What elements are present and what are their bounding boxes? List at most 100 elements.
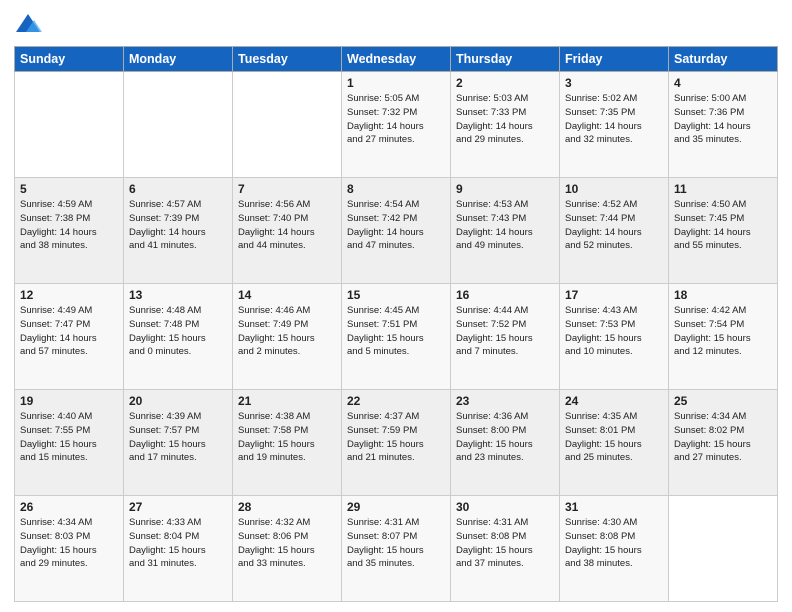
day-cell: 8Sunrise: 4:54 AMSunset: 7:42 PMDaylight… (342, 178, 451, 284)
day-number: 17 (565, 288, 663, 302)
day-cell (124, 72, 233, 178)
day-cell (669, 496, 778, 602)
day-number: 28 (238, 500, 336, 514)
day-number: 13 (129, 288, 227, 302)
weekday-header-sunday: Sunday (15, 47, 124, 72)
header (14, 10, 778, 38)
day-cell: 7 Sunrise: 4:56 AMSunset: 7:40 PMDaylight… (233, 178, 342, 284)
day-cell: 17 Sunrise: 4:43 AMSunset: 7:53 PMDayligh… (560, 284, 669, 390)
day-cell: 24 Sunrise: 4:35 AMSunset: 8:01 PMDayligh… (560, 390, 669, 496)
day-number: 19 (20, 394, 118, 408)
day-info: Sunrise: 4:38 AMSunset: 7:58 PMDaylight:… (238, 410, 336, 465)
day-info: Sunrise: 4:53 AMSunset: 7:43 PMDaylight:… (456, 198, 554, 253)
week-row-2: 5 Sunrise: 4:59 AMSunset: 7:38 PMDaylight… (15, 178, 778, 284)
day-cell: 20 Sunrise: 4:39 AMSunset: 7:57 PMDayligh… (124, 390, 233, 496)
day-cell: 19Sunrise: 4:40 AMSunset: 7:55 PMDayligh… (15, 390, 124, 496)
day-info: Sunrise: 4:49 AMSunset: 7:47 PMDaylight:… (20, 304, 118, 359)
day-cell: 28 Sunrise: 4:32 AMSunset: 8:06 PMDayligh… (233, 496, 342, 602)
day-cell: 30Sunrise: 4:31 AMSunset: 8:08 PMDayligh… (451, 496, 560, 602)
day-cell: 26 Sunrise: 4:34 AMSunset: 8:03 PMDayligh… (15, 496, 124, 602)
day-cell: 9 Sunrise: 4:53 AMSunset: 7:43 PMDaylight… (451, 178, 560, 284)
day-cell: 2Sunrise: 5:03 AMSunset: 7:33 PMDaylight… (451, 72, 560, 178)
day-info: Sunrise: 4:56 AMSunset: 7:40 PMDaylight:… (238, 198, 336, 253)
day-number: 27 (129, 500, 227, 514)
day-info: Sunrise: 5:00 AMSunset: 7:36 PMDaylight:… (674, 92, 772, 147)
weekday-header-thursday: Thursday (451, 47, 560, 72)
day-info: Sunrise: 4:34 AMSunset: 8:03 PMDaylight:… (20, 516, 118, 571)
day-cell: 15 Sunrise: 4:45 AMSunset: 7:51 PMDayligh… (342, 284, 451, 390)
day-cell: 11 Sunrise: 4:50 AMSunset: 7:45 PMDayligh… (669, 178, 778, 284)
day-info: Sunrise: 4:37 AMSunset: 7:59 PMDaylight:… (347, 410, 445, 465)
day-cell: 10 Sunrise: 4:52 AMSunset: 7:44 PMDayligh… (560, 178, 669, 284)
day-number: 29 (347, 500, 445, 514)
day-number: 2 (456, 76, 554, 90)
day-info: Sunrise: 4:42 AMSunset: 7:54 PMDaylight:… (674, 304, 772, 359)
day-number: 21 (238, 394, 336, 408)
day-cell: 14 Sunrise: 4:46 AMSunset: 7:49 PMDayligh… (233, 284, 342, 390)
day-number: 18 (674, 288, 772, 302)
day-number: 15 (347, 288, 445, 302)
day-number: 11 (674, 182, 772, 196)
day-number: 1 (347, 76, 445, 90)
day-cell: 25Sunrise: 4:34 AMSunset: 8:02 PMDayligh… (669, 390, 778, 496)
day-number: 4 (674, 76, 772, 90)
weekday-header-tuesday: Tuesday (233, 47, 342, 72)
weekday-header-saturday: Saturday (669, 47, 778, 72)
day-cell: 4 Sunrise: 5:00 AMSunset: 7:36 PMDaylight… (669, 72, 778, 178)
day-cell: 5 Sunrise: 4:59 AMSunset: 7:38 PMDaylight… (15, 178, 124, 284)
day-cell: 6Sunrise: 4:57 AMSunset: 7:39 PMDaylight… (124, 178, 233, 284)
week-row-1: 1 Sunrise: 5:05 AMSunset: 7:32 PMDaylight… (15, 72, 778, 178)
day-info: Sunrise: 4:45 AMSunset: 7:51 PMDaylight:… (347, 304, 445, 359)
day-cell (15, 72, 124, 178)
day-info: Sunrise: 4:34 AMSunset: 8:02 PMDaylight:… (674, 410, 772, 465)
day-info: Sunrise: 4:46 AMSunset: 7:49 PMDaylight:… (238, 304, 336, 359)
day-number: 23 (456, 394, 554, 408)
day-cell: 16 Sunrise: 4:44 AMSunset: 7:52 PMDayligh… (451, 284, 560, 390)
day-number: 31 (565, 500, 663, 514)
day-cell: 18 Sunrise: 4:42 AMSunset: 7:54 PMDayligh… (669, 284, 778, 390)
week-row-3: 12Sunrise: 4:49 AMSunset: 7:47 PMDayligh… (15, 284, 778, 390)
day-info: Sunrise: 4:32 AMSunset: 8:06 PMDaylight:… (238, 516, 336, 571)
day-number: 30 (456, 500, 554, 514)
day-cell: 29 Sunrise: 4:31 AMSunset: 8:07 PMDayligh… (342, 496, 451, 602)
day-number: 22 (347, 394, 445, 408)
day-number: 24 (565, 394, 663, 408)
day-cell: 13 Sunrise: 4:48 AMSunset: 7:48 PMDayligh… (124, 284, 233, 390)
day-info: Sunrise: 4:52 AMSunset: 7:44 PMDaylight:… (565, 198, 663, 253)
day-info: Sunrise: 4:50 AMSunset: 7:45 PMDaylight:… (674, 198, 772, 253)
day-info: Sunrise: 4:36 AMSunset: 8:00 PMDaylight:… (456, 410, 554, 465)
day-cell: 12Sunrise: 4:49 AMSunset: 7:47 PMDayligh… (15, 284, 124, 390)
day-cell: 31 Sunrise: 4:30 AMSunset: 8:08 PMDayligh… (560, 496, 669, 602)
day-cell: 21 Sunrise: 4:38 AMSunset: 7:58 PMDayligh… (233, 390, 342, 496)
day-info: Sunrise: 4:48 AMSunset: 7:48 PMDaylight:… (129, 304, 227, 359)
day-number: 8 (347, 182, 445, 196)
day-info: Sunrise: 4:59 AMSunset: 7:38 PMDaylight:… (20, 198, 118, 253)
day-info: Sunrise: 4:44 AMSunset: 7:52 PMDaylight:… (456, 304, 554, 359)
day-number: 20 (129, 394, 227, 408)
day-number: 14 (238, 288, 336, 302)
day-cell: 1 Sunrise: 5:05 AMSunset: 7:32 PMDaylight… (342, 72, 451, 178)
calendar-table: SundayMondayTuesdayWednesdayThursdayFrid… (14, 46, 778, 602)
day-info: Sunrise: 4:43 AMSunset: 7:53 PMDaylight:… (565, 304, 663, 359)
day-number: 26 (20, 500, 118, 514)
day-info: Sunrise: 5:05 AMSunset: 7:32 PMDaylight:… (347, 92, 445, 147)
day-info: Sunrise: 4:30 AMSunset: 8:08 PMDaylight:… (565, 516, 663, 571)
day-number: 3 (565, 76, 663, 90)
day-cell (233, 72, 342, 178)
day-cell: 23 Sunrise: 4:36 AMSunset: 8:00 PMDayligh… (451, 390, 560, 496)
day-info: Sunrise: 4:39 AMSunset: 7:57 PMDaylight:… (129, 410, 227, 465)
day-info: Sunrise: 4:31 AMSunset: 8:07 PMDaylight:… (347, 516, 445, 571)
day-info: Sunrise: 5:02 AMSunset: 7:35 PMDaylight:… (565, 92, 663, 147)
day-info: Sunrise: 4:35 AMSunset: 8:01 PMDaylight:… (565, 410, 663, 465)
weekday-header-monday: Monday (124, 47, 233, 72)
day-number: 7 (238, 182, 336, 196)
weekday-header-friday: Friday (560, 47, 669, 72)
day-cell: 3 Sunrise: 5:02 AMSunset: 7:35 PMDaylight… (560, 72, 669, 178)
weekday-header-row: SundayMondayTuesdayWednesdayThursdayFrid… (15, 47, 778, 72)
day-number: 9 (456, 182, 554, 196)
week-row-4: 19Sunrise: 4:40 AMSunset: 7:55 PMDayligh… (15, 390, 778, 496)
day-info: Sunrise: 4:57 AMSunset: 7:39 PMDaylight:… (129, 198, 227, 253)
day-number: 10 (565, 182, 663, 196)
day-number: 5 (20, 182, 118, 196)
day-number: 16 (456, 288, 554, 302)
